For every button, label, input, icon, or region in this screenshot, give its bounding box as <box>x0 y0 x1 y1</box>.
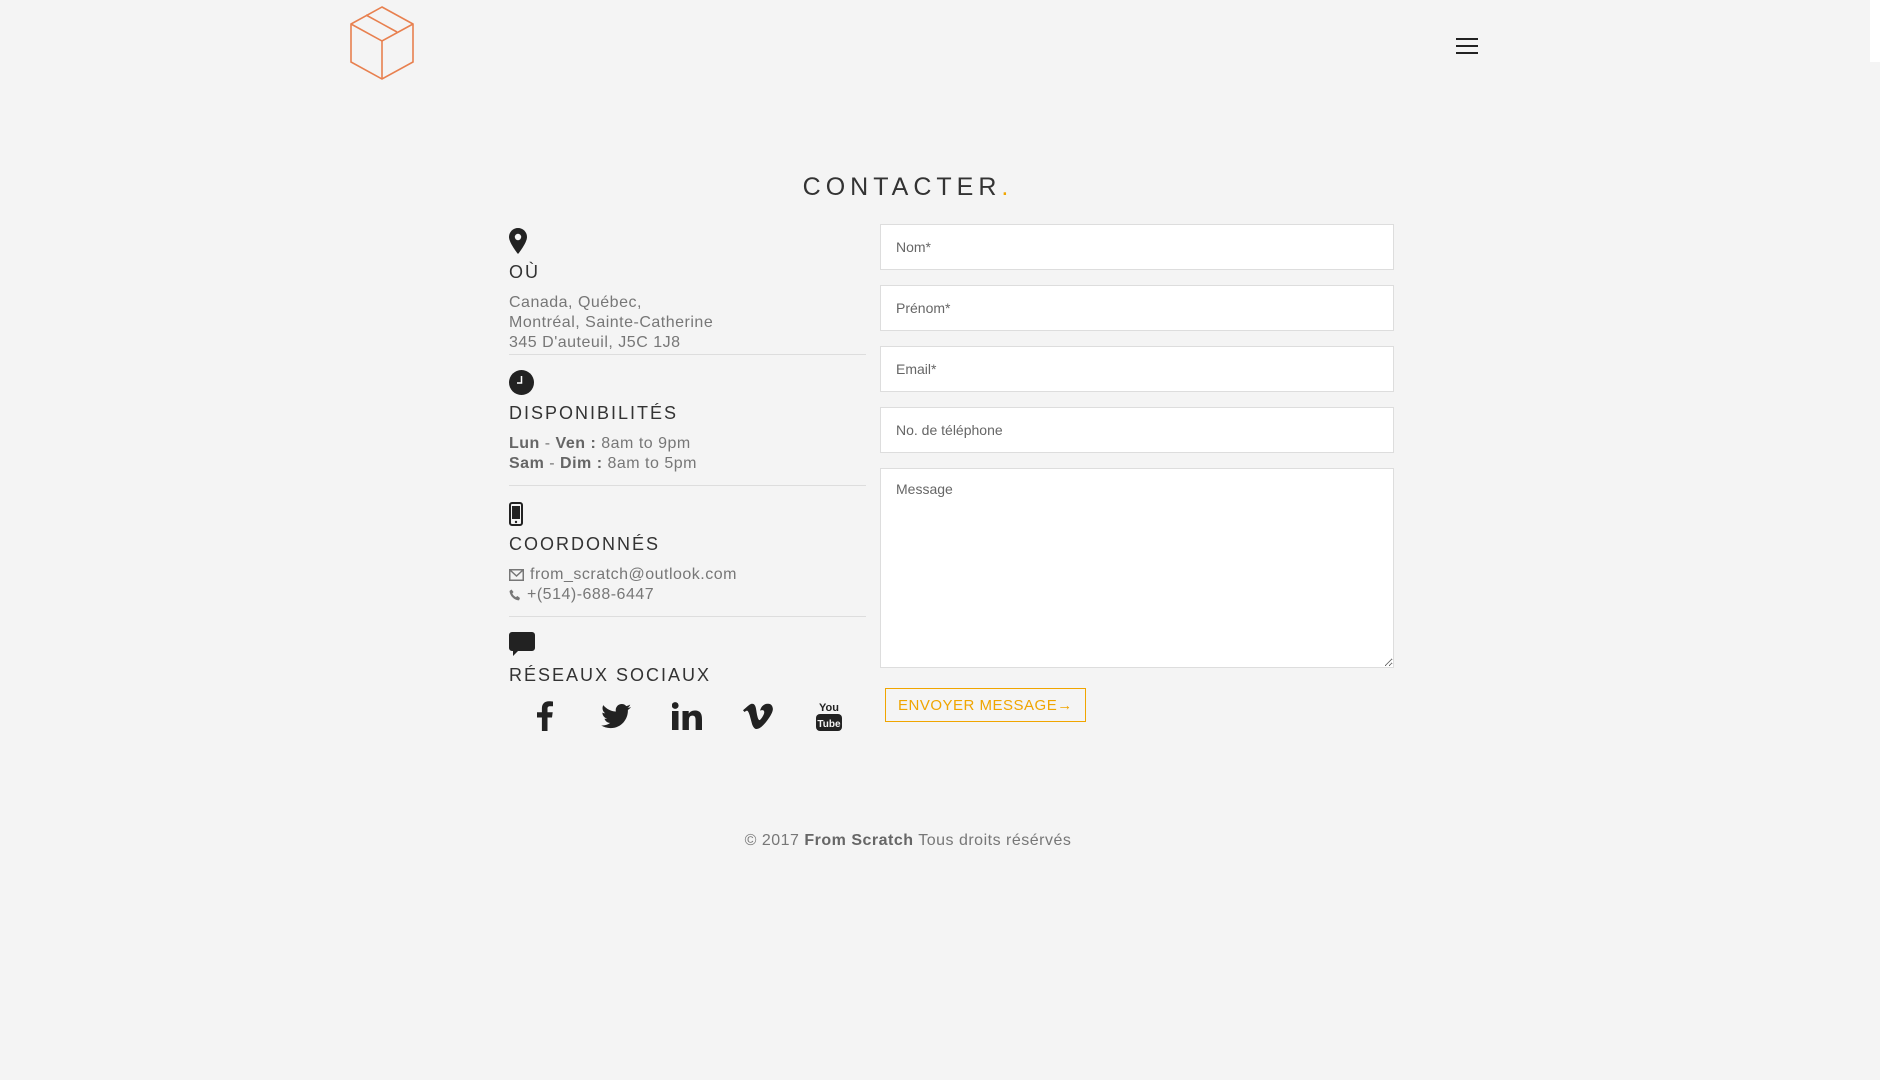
copyright: © 2017 <box>744 832 800 849</box>
availability-heading: DISPONIBILITÉS <box>509 403 679 423</box>
twitter-icon[interactable] <box>580 696 651 736</box>
linkedin-icon[interactable] <box>651 696 722 736</box>
day-separator: - <box>539 435 556 452</box>
message-textarea[interactable] <box>880 468 1394 668</box>
address-line: 345 D'auteuil, J5C 1J8 <box>509 334 681 351</box>
brand-name: From Scratch <box>804 832 914 849</box>
hours-colon: : <box>585 435 597 452</box>
day-separator: - <box>544 455 561 472</box>
day-start: Sam <box>509 455 545 472</box>
send-label: ENVOYER MESSAGE <box>898 696 1058 714</box>
title-dot: . <box>1001 172 1014 201</box>
email-input[interactable] <box>880 346 1394 392</box>
phone-input[interactable] <box>880 407 1394 453</box>
page-title-text: CONTACTER <box>802 172 1002 201</box>
social-links: You Tube <box>509 696 866 736</box>
hours-row: Lun - Ven : 8am to 9pm <box>509 434 866 454</box>
hours-colon: : <box>591 455 603 472</box>
cube-logo[interactable] <box>349 5 415 81</box>
hamburger-menu-icon[interactable] <box>1456 38 1478 58</box>
clock-icon <box>509 365 866 395</box>
where-section: OÙ Canada, Québec, Montréal, Sainte-Cath… <box>509 224 866 355</box>
where-heading: OÙ <box>509 262 540 282</box>
social-heading: RÉSEAUX SOCIAUX <box>509 665 712 685</box>
facebook-icon[interactable] <box>509 696 580 736</box>
address-line: Canada, Québec, <box>509 294 642 311</box>
address-line: Montréal, Sainte-Catherine <box>509 314 714 331</box>
phone-icon <box>509 589 520 601</box>
day-end: Dim <box>560 455 592 472</box>
phone-line[interactable]: +(514)-688-6447 <box>509 585 866 605</box>
day-end: Ven <box>555 435 586 452</box>
day-start: Lun <box>509 435 540 452</box>
envelope-icon <box>509 569 524 581</box>
hours-value: 8am to 9pm <box>596 435 691 452</box>
svg-text:Tube: Tube <box>817 719 841 730</box>
email-line[interactable]: from_scratch@outlook.com <box>509 565 866 585</box>
footer: © 2017 From Scratch Tous droits résérvés <box>0 832 1816 850</box>
phone-text[interactable]: +(514)-688-6447 <box>527 585 654 605</box>
rights-text: Tous droits résérvés <box>918 832 1072 849</box>
map-pin-icon <box>509 224 866 254</box>
name-input[interactable] <box>880 224 1394 270</box>
hours-value: 8am to 5pm <box>602 455 697 472</box>
contact-info: OÙ Canada, Québec, Montréal, Sainte-Cath… <box>509 224 866 736</box>
hours-row: Sam - Dim : 8am to 5pm <box>509 454 866 474</box>
availability-section: DISPONIBILITÉS Lun - Ven : 8am to 9pm Sa… <box>509 355 866 486</box>
email-text[interactable]: from_scratch@outlook.com <box>530 565 737 585</box>
page-title: CONTACTER. <box>0 173 1816 202</box>
chat-bubble-icon <box>509 627 866 657</box>
contact-section: COORDONNÉS from_scratch@outlook.com +(51… <box>509 486 866 617</box>
send-message-button[interactable]: ENVOYER MESSAGE→ <box>885 688 1086 722</box>
contact-form: ENVOYER MESSAGE→ <box>880 224 1394 722</box>
contact-heading: COORDONNÉS <box>509 534 661 554</box>
youtube-icon[interactable]: You Tube <box>793 696 864 736</box>
arrow-right-icon: → <box>1057 696 1073 714</box>
page: CONTACTER. OÙ Canada, Québec, Montréal, … <box>0 0 1880 1080</box>
scrollbar[interactable] <box>1870 0 1880 62</box>
social-section: RÉSEAUX SOCIAUX You Tube <box>509 617 866 736</box>
mobile-phone-icon <box>509 496 866 526</box>
vimeo-icon[interactable] <box>722 696 793 736</box>
firstname-input[interactable] <box>880 285 1394 331</box>
svg-text:You: You <box>819 702 839 714</box>
